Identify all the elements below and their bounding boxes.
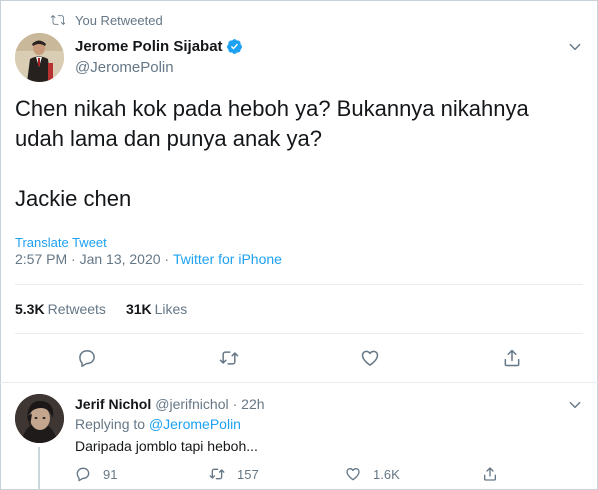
reply-header: Jerif Nichol @jerifnichol · 22h — [75, 396, 265, 412]
reply-icon — [79, 350, 95, 367]
author-name[interactable]: Jerome Polin Sijabat — [75, 38, 223, 55]
reply-avatar-image — [15, 394, 64, 443]
reply-retweets-count: 157 — [237, 466, 259, 482]
tweet-stats: 5.3K Retweets 31K Likes — [15, 301, 187, 317]
retweet-banner: You Retweeted — [51, 11, 163, 29]
replying-to: Replying to @JeromePolin — [75, 416, 241, 432]
reply-text: Daripada jomblo tapi heboh... — [75, 438, 258, 454]
author-avatar[interactable] — [15, 33, 64, 82]
tweet-text: Chen nikah kok pada heboh ya? Bukannya n… — [15, 96, 529, 211]
replying-to-handle[interactable]: @JeromePolin — [149, 416, 241, 432]
share-icon — [504, 349, 520, 367]
author-handle[interactable]: @JeromePolin — [75, 59, 174, 76]
reply-likes-count: 1.6K — [373, 466, 400, 482]
share-icon — [484, 467, 496, 481]
reply-separator — [0, 382, 598, 383]
likes-label: Likes — [154, 301, 188, 317]
reply-time[interactable]: · 22h — [233, 396, 265, 412]
tweet-meta: 2:57 PM · Jan 13, 2020 · Twitter for iPh… — [15, 251, 282, 267]
reply-author-avatar[interactable] — [15, 394, 64, 443]
likes-count: 31K — [125, 301, 152, 317]
thread-line — [38, 447, 40, 490]
retweet-icon — [51, 15, 65, 25]
reply-button[interactable] — [77, 348, 97, 368]
divider — [15, 333, 583, 334]
divider — [15, 284, 583, 285]
retweets-label: Retweets — [47, 301, 106, 317]
retweet-icon — [209, 468, 225, 480]
retweets-stat[interactable]: 5.3K Retweets — [15, 301, 106, 317]
retweets-count: 5.3K — [15, 301, 45, 317]
author-avatar-image — [15, 33, 64, 82]
tweet-source[interactable]: Twitter for iPhone — [173, 251, 282, 267]
reply-author-handle[interactable]: @jerifnichol — [155, 396, 228, 412]
reply-retweet-button[interactable]: 157 — [209, 466, 259, 482]
like-button[interactable] — [360, 348, 380, 368]
heart-icon — [361, 350, 379, 366]
likes-stat[interactable]: 31K Likes — [126, 301, 187, 317]
share-button[interactable] — [502, 348, 522, 368]
reply-replies-count: 91 — [103, 466, 118, 482]
reply-reply-button[interactable]: 91 — [75, 466, 117, 482]
heart-icon — [346, 468, 360, 481]
tweet-timestamp[interactable]: 2:57 PM · Jan 13, 2020 — [15, 251, 161, 267]
translate-tweet-link[interactable]: Translate Tweet — [15, 235, 107, 250]
retweet-banner-label: You Retweeted — [75, 12, 163, 28]
reply-like-button[interactable]: 1.6K — [345, 466, 400, 482]
reply-share-button[interactable] — [482, 466, 510, 482]
retweet-button[interactable] — [219, 348, 239, 368]
reply-icon — [76, 467, 90, 482]
chevron-down-icon[interactable] — [568, 40, 582, 54]
author-name-row[interactable]: Jerome Polin Sijabat — [75, 38, 243, 55]
reply-author-name[interactable]: Jerif Nichol — [75, 396, 151, 412]
meta-separator: · — [160, 251, 173, 267]
verified-badge-icon — [226, 39, 242, 54]
replying-to-prefix: Replying to — [75, 416, 146, 432]
chevron-down-icon[interactable] — [568, 398, 582, 412]
retweet-icon — [219, 351, 239, 365]
